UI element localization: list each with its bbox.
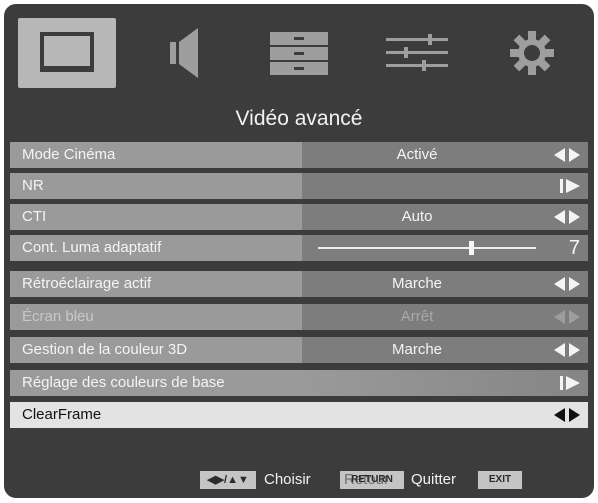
row-label: Mode Cinéma xyxy=(10,142,302,168)
settings-menu: Vidéo avancé Mode Cinéma Activé NR CTI A… xyxy=(4,4,594,498)
tab-picture[interactable] xyxy=(18,18,116,88)
left-right-arrows-icon[interactable] xyxy=(554,277,580,291)
row-value: Marche xyxy=(391,275,443,292)
row-value-cell xyxy=(302,370,588,396)
row-label: Rétroéclairage actif xyxy=(10,271,302,297)
row-label: Cont. Luma adaptatif xyxy=(10,235,302,261)
left-right-arrows-icon[interactable] xyxy=(554,408,580,422)
row-label: Écran bleu xyxy=(10,304,302,330)
menu-row-color-3d[interactable]: Gestion de la couleur 3D Marche xyxy=(10,337,588,363)
tv-screen-icon xyxy=(40,32,94,72)
left-right-arrows-icon[interactable] xyxy=(554,210,580,224)
nav-keys-badge: ◀▶/▲▼ xyxy=(200,471,256,489)
sliders-icon xyxy=(386,34,448,71)
row-label: Gestion de la couleur 3D xyxy=(10,337,302,363)
quit-label: Quitter xyxy=(411,471,457,488)
list-icon xyxy=(270,32,328,75)
luma-slider-thumb[interactable] xyxy=(468,241,474,255)
row-value-cell: 7 xyxy=(302,235,588,261)
row-value-cell: Auto xyxy=(302,204,588,230)
enter-arrow-icon[interactable] xyxy=(554,376,580,390)
row-value-cell: Arrêt xyxy=(302,304,588,330)
menu-row-cti[interactable]: CTI Auto xyxy=(10,204,588,230)
row-value: Auto xyxy=(401,208,433,225)
left-right-arrows-icon[interactable] xyxy=(554,343,580,357)
gear-icon xyxy=(510,31,554,75)
row-value-cell xyxy=(302,402,588,428)
row-value-cell: Activé xyxy=(302,142,588,168)
row-value-cell xyxy=(302,173,588,199)
menu-row-base-colors[interactable]: Réglage des couleurs de base xyxy=(10,370,588,396)
row-value: Marche xyxy=(391,341,443,358)
menu-tab-bar xyxy=(4,4,594,100)
row-label: CTI xyxy=(10,204,302,230)
menu-title: Vidéo avancé xyxy=(235,107,363,130)
menu-row-nr[interactable]: NR xyxy=(10,173,588,199)
menu-row-clearframe[interactable]: ClearFrame xyxy=(10,402,588,428)
row-value: Arrêt xyxy=(400,308,434,325)
menu-row-mode-cinema[interactable]: Mode Cinéma Activé xyxy=(10,142,588,168)
left-right-arrows-icon[interactable] xyxy=(554,148,580,162)
exit-key-badge: EXIT xyxy=(478,471,522,489)
tab-adjust[interactable] xyxy=(378,18,458,88)
menu-row-blue-screen: Écran bleu Arrêt xyxy=(10,304,588,330)
slider-value: 7 xyxy=(568,237,580,259)
footer-help-bar: ◀▶/▲▼ Choisir RETURN Retour Quitter EXIT xyxy=(4,466,594,494)
tab-setup[interactable] xyxy=(260,18,340,88)
enter-arrow-icon[interactable] xyxy=(554,179,580,193)
left-right-arrows-icon xyxy=(554,310,580,324)
row-value: Activé xyxy=(396,146,438,163)
menu-row-luma[interactable]: Cont. Luma adaptatif 7 xyxy=(10,235,588,261)
return-label: Retour xyxy=(344,471,390,488)
row-value-cell: Marche xyxy=(302,271,588,297)
speaker-icon xyxy=(170,28,198,78)
choose-label: Choisir xyxy=(264,471,311,488)
luma-slider-track[interactable] xyxy=(318,241,536,255)
row-label: NR xyxy=(10,173,302,199)
menu-row-backlight[interactable]: Rétroéclairage actif Marche xyxy=(10,271,588,297)
tab-sound[interactable] xyxy=(144,18,224,88)
tab-options[interactable] xyxy=(492,18,572,88)
row-value-cell: Marche xyxy=(302,337,588,363)
